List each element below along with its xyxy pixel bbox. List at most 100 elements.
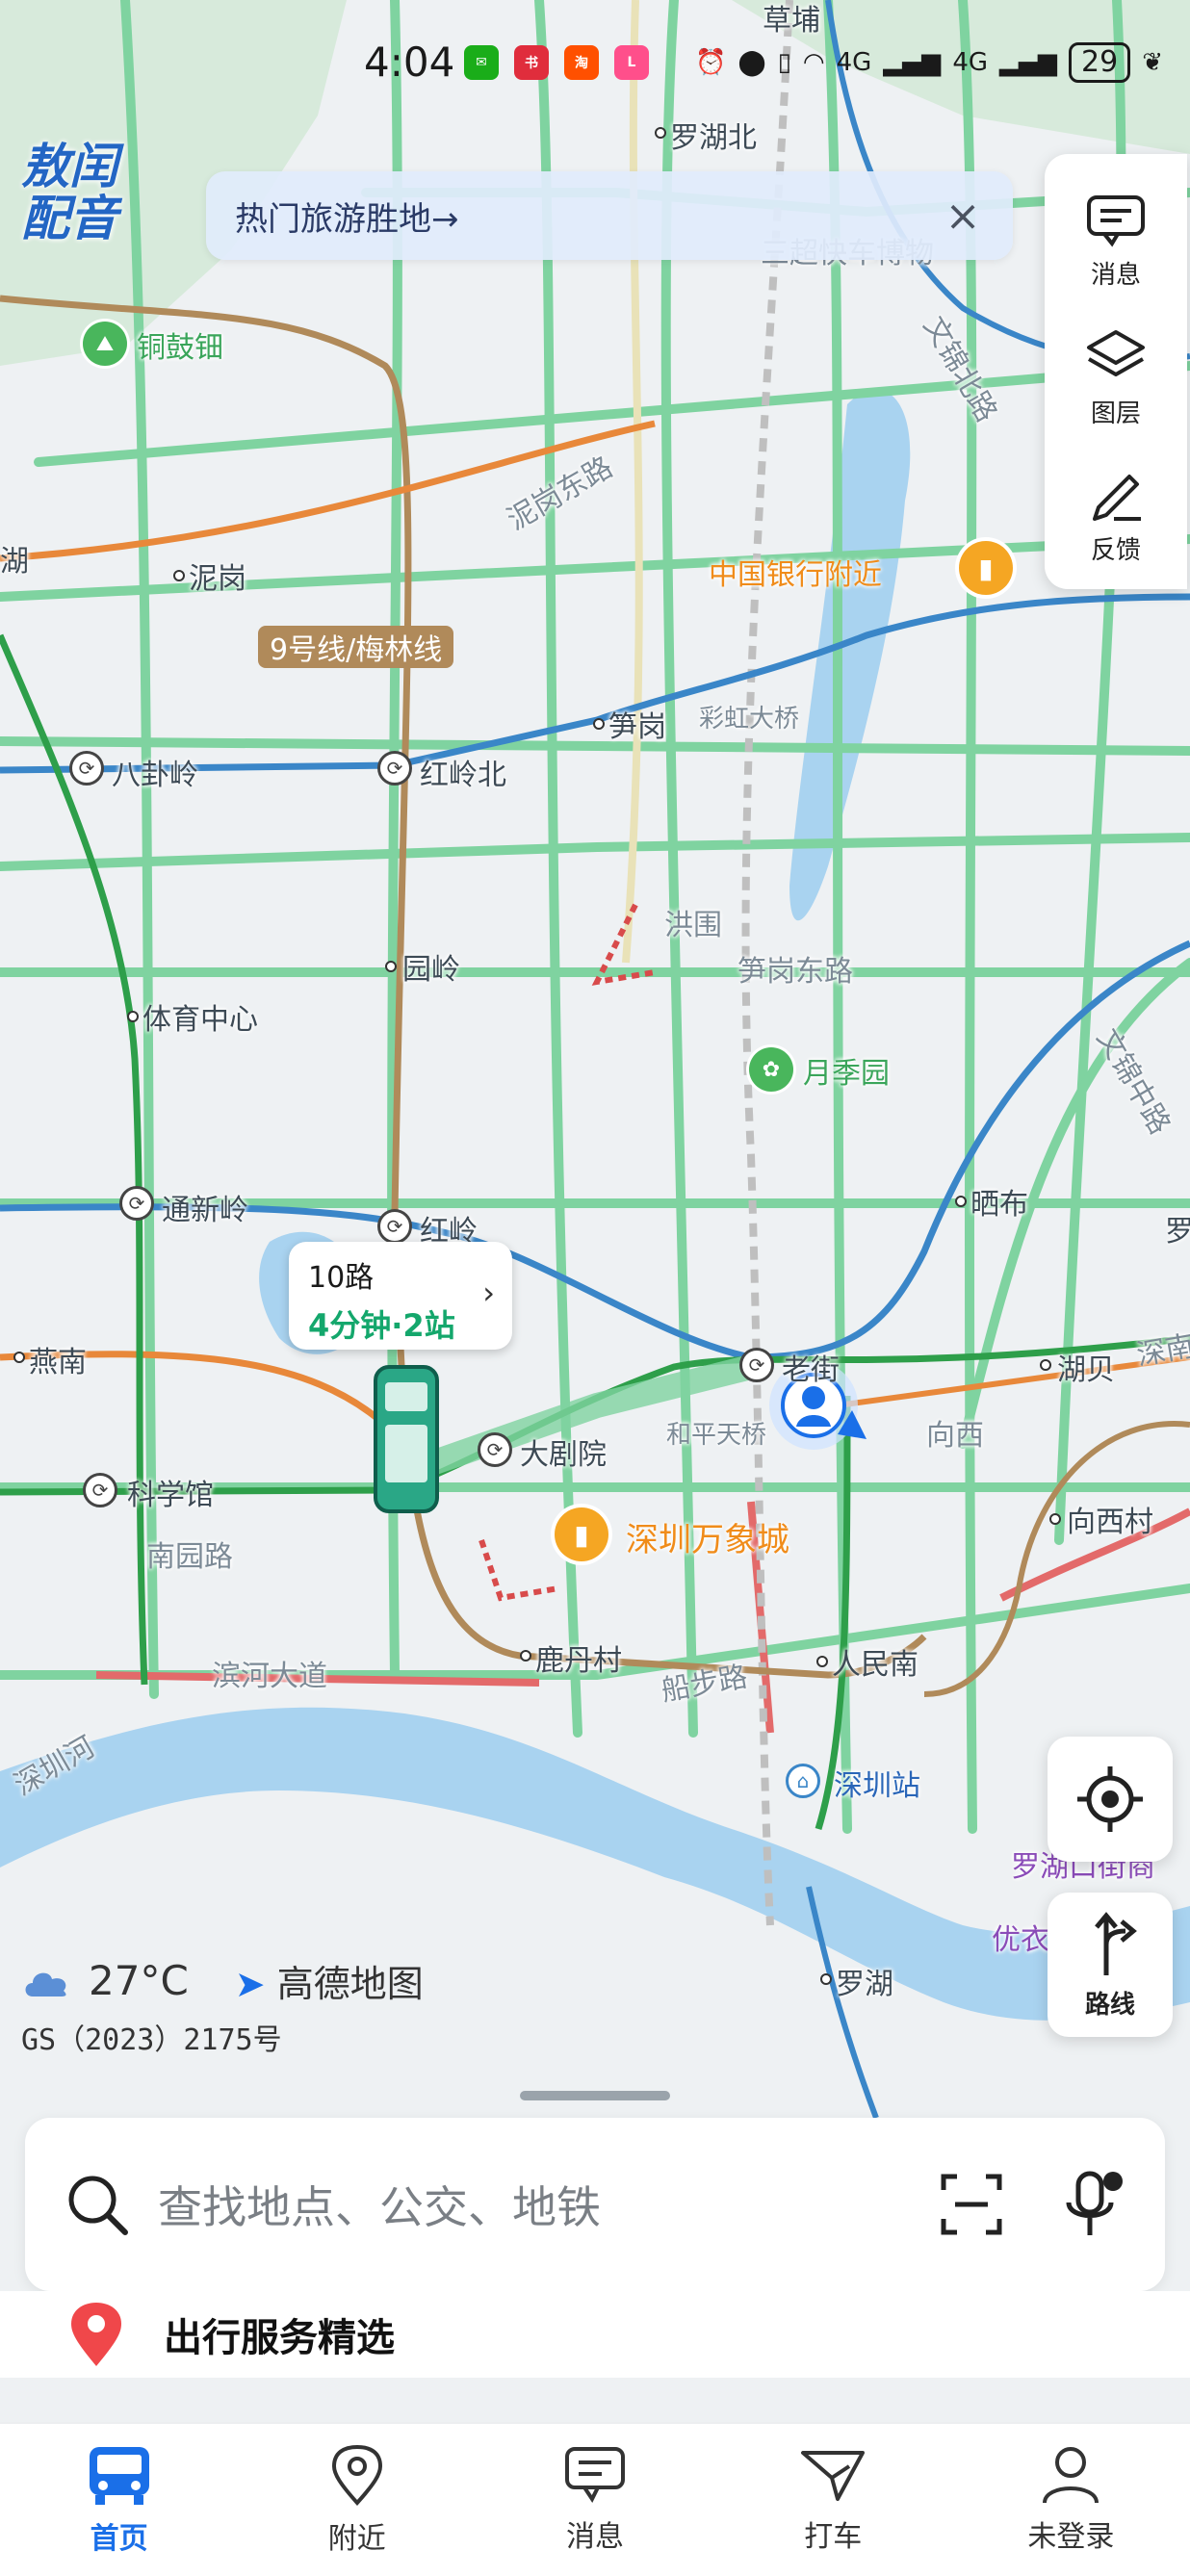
location-icon: ⬤ bbox=[737, 48, 766, 77]
map-label: 通新岭 bbox=[162, 1194, 248, 1227]
metro-station-icon: ⟳ bbox=[739, 1348, 774, 1382]
map-label: 深圳万象城 bbox=[626, 1521, 789, 1559]
bus-eta-label: 4分钟·2站 bbox=[308, 1307, 455, 1344]
wechat-icon: ✉ bbox=[464, 45, 499, 80]
tab-home[interactable]: 首页 bbox=[0, 2424, 238, 2576]
map-label: 洪围 bbox=[664, 909, 722, 942]
map-label: 深南 bbox=[1134, 1329, 1190, 1373]
map-stop-dot bbox=[1049, 1513, 1061, 1525]
map-license: GS（2023）2175号 bbox=[21, 2023, 282, 2057]
tab-nearby-label: 附近 bbox=[327, 2522, 386, 2556]
map-label: 和平天桥 bbox=[666, 1421, 767, 1450]
signal-icon: ▂▄▆ bbox=[883, 48, 942, 77]
route-button[interactable]: 路线 bbox=[1048, 1893, 1173, 2037]
banner-text[interactable]: 热门旅游胜地→ bbox=[235, 193, 942, 240]
tab-nearby[interactable]: 附近 bbox=[238, 2424, 476, 2576]
chevron-right-icon: › bbox=[482, 1275, 495, 1311]
map-label: 燕南 bbox=[29, 1346, 87, 1379]
message-icon bbox=[1087, 194, 1145, 246]
map-roads bbox=[0, 0, 1190, 2118]
location-pin-icon bbox=[331, 2444, 382, 2506]
vibrate-icon: ▯ bbox=[777, 48, 791, 77]
feedback-button[interactable]: 反馈 bbox=[1045, 447, 1187, 583]
watermark-logo: 敖闰配音 bbox=[21, 139, 117, 246]
feedback-icon bbox=[1093, 474, 1141, 521]
map-label: 月季园 bbox=[803, 1057, 890, 1091]
microphone-icon[interactable] bbox=[1059, 2168, 1126, 2241]
bus-marker[interactable] bbox=[374, 1365, 439, 1513]
bus-icon bbox=[89, 2447, 149, 2505]
park-icon: ✿ bbox=[749, 1047, 793, 1092]
weather-widget[interactable]: 27°C ➤ 高德地图 bbox=[21, 1954, 424, 2007]
map-stop-dot bbox=[1040, 1359, 1051, 1371]
bus-info-card[interactable]: 10路 4分钟·2站 › bbox=[289, 1242, 512, 1350]
map-label: 湖 bbox=[0, 545, 29, 579]
map-stop-dot bbox=[820, 1973, 832, 1985]
message-icon bbox=[565, 2447, 625, 2503]
xiaohongshu-icon: 书 bbox=[514, 45, 549, 80]
tab-taxi[interactable]: 打车 bbox=[714, 2424, 952, 2576]
metro-station-icon: ⟳ bbox=[69, 751, 104, 786]
locate-icon bbox=[1077, 1766, 1143, 1832]
map-label: 罗 bbox=[1165, 1215, 1190, 1249]
map-label: 人民南 bbox=[832, 1648, 918, 1682]
locate-button[interactable] bbox=[1048, 1737, 1173, 1862]
taxi-icon bbox=[801, 2451, 866, 2501]
brand-label: 高德地图 bbox=[276, 1963, 424, 2005]
map-label: 向西 bbox=[926, 1419, 984, 1453]
map-label: 湖贝 bbox=[1057, 1353, 1115, 1387]
tab-messages-label: 消息 bbox=[566, 2520, 624, 2554]
map-label: 大剧院 bbox=[520, 1438, 607, 1472]
map-label: 深圳站 bbox=[834, 1769, 920, 1803]
map-label: 优衣 bbox=[992, 1923, 1049, 1957]
map-stop-dot bbox=[127, 1011, 139, 1022]
tab-taxi-label: 打车 bbox=[804, 2520, 863, 2554]
battery-indicator: 29 bbox=[1069, 42, 1131, 83]
layers-button[interactable]: 图层 bbox=[1045, 310, 1187, 447]
layers-icon bbox=[1087, 329, 1145, 376]
tab-profile[interactable]: 未登录 bbox=[952, 2424, 1190, 2576]
map-stop-dot bbox=[593, 718, 605, 730]
signal-icon: ▂▄▆ bbox=[999, 48, 1058, 77]
map-stop-dot bbox=[520, 1650, 531, 1662]
map-label: 鹿丹村 bbox=[535, 1644, 622, 1678]
map-canvas[interactable]: 草埔 罗湖北 三超快车博物 ⛰ 铜鼓钿 泥岗东路 文锦北路 湖 泥岗 中国银行附… bbox=[0, 0, 1190, 2118]
search-input[interactable]: 查找地点、公交、地铁 bbox=[158, 2173, 938, 2236]
poi-hot-icon[interactable]: ▮ bbox=[959, 541, 1013, 595]
leaf-icon: ❦ bbox=[1142, 48, 1163, 77]
service-title: 出行服务精选 bbox=[164, 2316, 395, 2360]
map-stop-dot bbox=[955, 1196, 967, 1207]
messages-label: 消息 bbox=[1090, 260, 1141, 290]
metro-line-label: 9号线/梅林线 bbox=[258, 626, 454, 668]
map-label: 老街 bbox=[782, 1353, 840, 1387]
map-stop-dot bbox=[385, 961, 397, 972]
taobao-icon: 淘 bbox=[564, 45, 599, 80]
service-section[interactable]: 出行服务精选 bbox=[0, 2291, 1190, 2378]
tab-messages[interactable]: 消息 bbox=[476, 2424, 713, 2576]
promo-banner[interactable]: 热门旅游胜地→ × bbox=[206, 171, 1013, 260]
bottom-sheet: 查找地点、公交、地铁 出行服务精选 首页 附近 消息 打车 未登录 bbox=[0, 2079, 1190, 2576]
amap-logo-icon: ➤ bbox=[234, 1963, 266, 2005]
route-icon bbox=[1095, 1911, 1137, 1975]
status-time: 4:04 bbox=[364, 39, 455, 86]
network-label: 4G bbox=[952, 48, 989, 77]
messages-button[interactable]: 消息 bbox=[1045, 173, 1187, 310]
metro-station-icon: ⟳ bbox=[377, 751, 412, 786]
map-stop-dot bbox=[816, 1656, 828, 1667]
tab-profile-label: 未登录 bbox=[1027, 2520, 1115, 2554]
poi-hot-icon[interactable]: ▮ bbox=[555, 1507, 608, 1561]
wifi-icon: ◠ bbox=[802, 48, 825, 77]
search-bar[interactable]: 查找地点、公交、地铁 bbox=[25, 2118, 1165, 2291]
layers-label: 图层 bbox=[1090, 399, 1141, 428]
scan-icon[interactable] bbox=[938, 2171, 1005, 2238]
status-indicators: ⏰ ⬤ ▯ ◠ 4G ▂▄▆ 4G ▂▄▆ 29 ❦ bbox=[695, 42, 1163, 83]
map-label: 向西村 bbox=[1067, 1506, 1153, 1539]
map-tools-panel: 消息 图层 反馈 bbox=[1045, 154, 1187, 589]
close-icon[interactable]: × bbox=[942, 192, 984, 241]
amap-logo: ➤ 高德地图 bbox=[235, 1954, 424, 2007]
map-label: 罗湖 bbox=[836, 1968, 893, 2001]
sheet-handle[interactable] bbox=[520, 2091, 670, 2100]
feedback-label: 反馈 bbox=[1090, 535, 1141, 565]
map-stop-dot bbox=[655, 127, 666, 139]
map-label: 滨河大道 bbox=[212, 1660, 327, 1693]
